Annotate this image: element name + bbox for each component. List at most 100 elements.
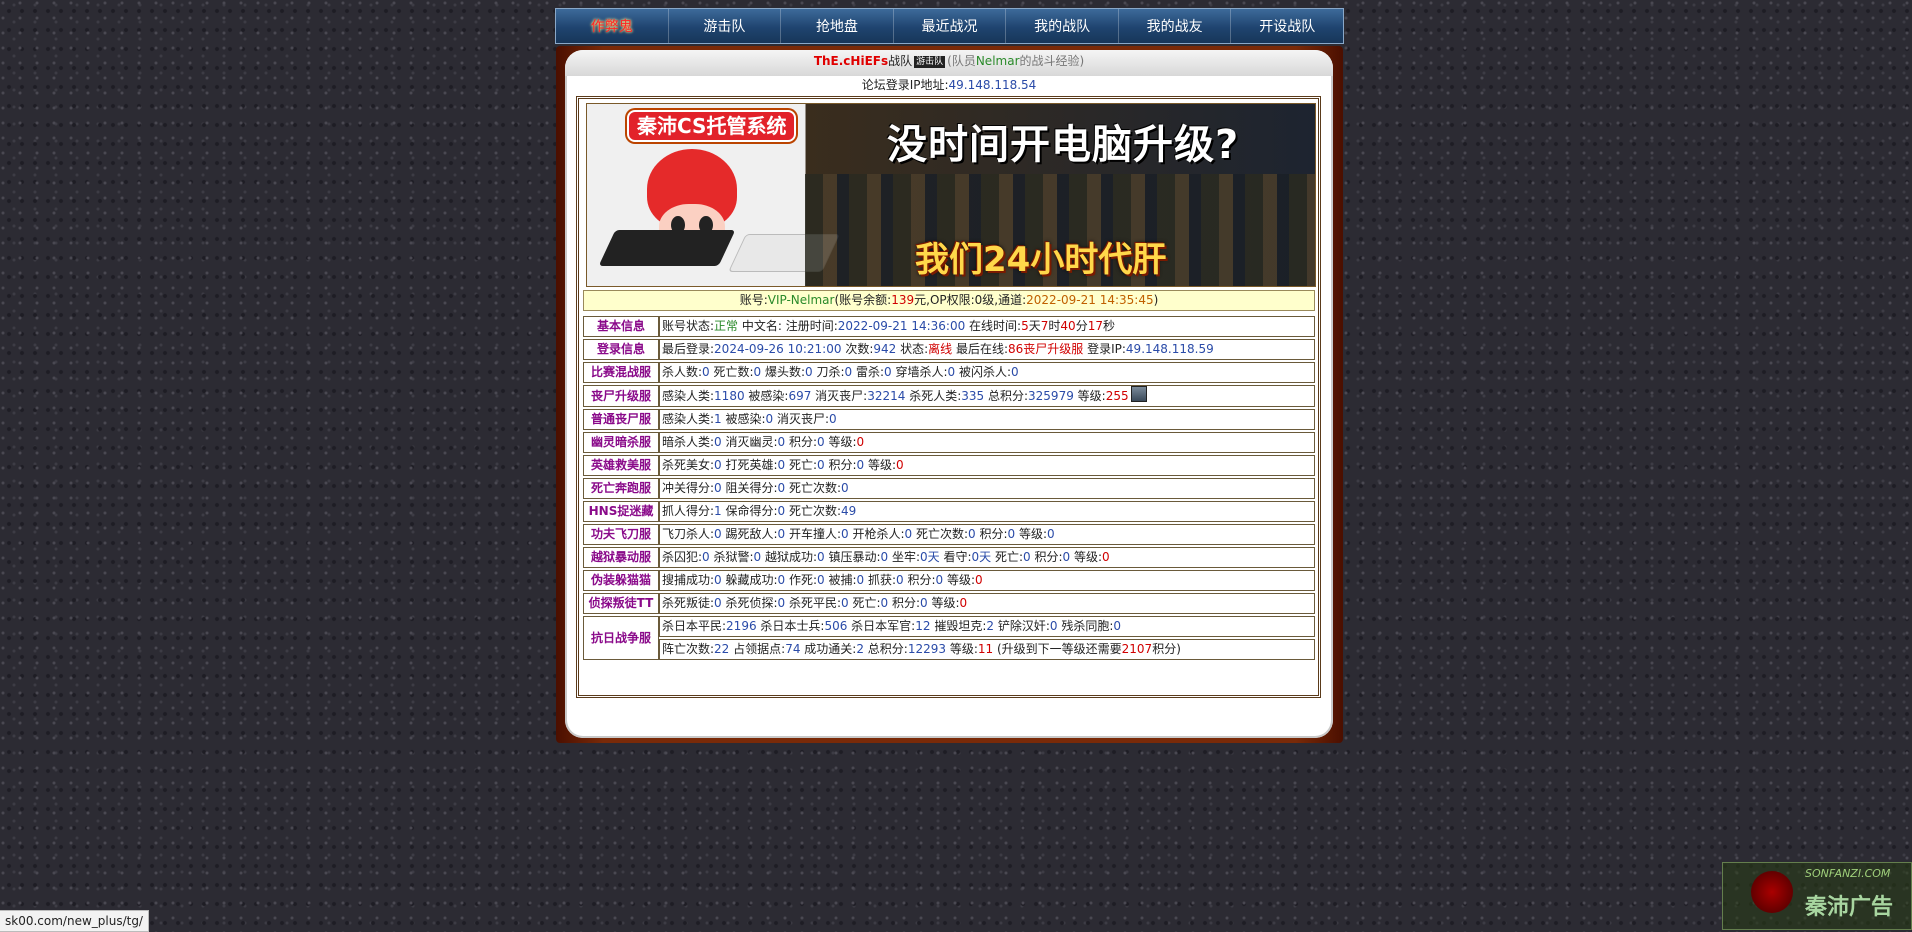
stat-value: 255 bbox=[1105, 389, 1129, 403]
stat-label: 最后登录: bbox=[662, 342, 715, 356]
stat-label: 杀死侦探: bbox=[721, 596, 778, 610]
stat-value: 1 bbox=[714, 412, 722, 426]
stat-label: 作死: bbox=[785, 573, 818, 587]
stat-label: 消灭丧尸: bbox=[811, 389, 868, 403]
stat-value: 12 bbox=[915, 619, 931, 633]
nav-item-0[interactable]: 作弊鬼 bbox=[556, 9, 669, 43]
stat-label: 杀日本士兵: bbox=[756, 619, 825, 633]
member-name: Nelmar bbox=[975, 54, 1020, 68]
ip-label: 论坛登录IP地址: bbox=[861, 78, 949, 92]
stat-value: 2 bbox=[856, 642, 864, 656]
nav-item-2[interactable]: 抢地盘 bbox=[781, 9, 894, 43]
forum-ip-line: 论坛登录IP地址:49.148.118.54 bbox=[565, 75, 1333, 95]
stat-label: 总积分: bbox=[984, 389, 1029, 403]
status-bar-url: sk00.com/new_plus/tg/ bbox=[0, 910, 149, 932]
stat-label: 抓获: bbox=[864, 573, 897, 587]
stat-value: 2196 bbox=[726, 619, 757, 633]
nav-item-4[interactable]: 我的战队 bbox=[1006, 9, 1119, 43]
stat-value: 697 bbox=[788, 389, 812, 403]
stat-label: 积分: bbox=[785, 435, 818, 449]
stat-value: 0 bbox=[714, 596, 722, 610]
op-channel-text: OP权限:0级,通道: bbox=[929, 293, 1027, 307]
server-name-label: 英雄救美服 bbox=[583, 455, 659, 476]
stat-value: 942 bbox=[873, 342, 897, 356]
stat-label: 等级: bbox=[1015, 527, 1048, 541]
server-name-label: 死亡奔跑服 bbox=[583, 478, 659, 499]
stat-label: 消灭幽灵: bbox=[721, 435, 778, 449]
stat-label: 死亡次数: bbox=[785, 504, 842, 518]
member-prefix: (队员 bbox=[947, 54, 976, 68]
stat-label: 等级: bbox=[864, 458, 897, 472]
stat-value: 506 bbox=[824, 619, 848, 633]
stat-value: 2022-09-21 14:36:00 bbox=[837, 319, 966, 333]
stat-value: 0 bbox=[959, 596, 968, 610]
stats-row: 比赛混战服 杀人数:0 死亡数:0 爆头数:0 刀杀:0 雷杀:0 穿墙杀人:0 … bbox=[583, 362, 1315, 383]
stats-row: 侦探叛徒TT 杀死叛徒:0 杀死侦探:0 杀死平民:0 死亡:0 积分:0 等级:… bbox=[583, 593, 1315, 614]
stat-value: 325979 bbox=[1028, 389, 1074, 403]
stat-label: 死亡次数: bbox=[912, 527, 969, 541]
nav-item-1[interactable]: 游击队 bbox=[669, 9, 782, 43]
top-nav: 作弊鬼 游击队 抢地盘 最近战况 我的战队 我的战友 开设战队 bbox=[555, 8, 1344, 44]
stat-value: 17 bbox=[1087, 319, 1103, 333]
stat-value: 49 bbox=[841, 504, 857, 518]
watermark-site: SONFANZI.COM bbox=[1805, 867, 1891, 880]
stat-value: 0 bbox=[714, 481, 722, 495]
stat-label: 刀杀: bbox=[812, 365, 845, 379]
stat-label: 杀死平民: bbox=[785, 596, 842, 610]
stat-label: 搜捕成功: bbox=[662, 573, 715, 587]
server-name-label: 幽灵暗杀服 bbox=[583, 432, 659, 453]
stat-value: 0 bbox=[1047, 527, 1055, 541]
stat-value: 1 bbox=[714, 504, 722, 518]
nav-item-6[interactable]: 开设战队 bbox=[1231, 9, 1343, 43]
stat-label: 积分: bbox=[888, 596, 921, 610]
server-name-label: 侦探叛徒TT bbox=[583, 593, 659, 614]
stat-label: 残杀同胞: bbox=[1057, 619, 1114, 633]
team-name-link[interactable]: ThE.cHiEFs bbox=[814, 54, 888, 68]
stat-value: 0 bbox=[896, 458, 904, 472]
stat-label: 积分: bbox=[903, 573, 936, 587]
account-summary: 账号:VIP-Nelmar(账号余额:139元,OP权限:0级,通道:2022-… bbox=[583, 290, 1315, 311]
stat-label: 次数: bbox=[841, 342, 874, 356]
stat-value: 0 bbox=[805, 365, 813, 379]
stat-value: 12293 bbox=[907, 642, 947, 656]
stat-label: 消灭丧尸: bbox=[773, 412, 830, 426]
stat-label: 杀死人类: bbox=[905, 389, 962, 403]
ad-banner[interactable]: 秦沛CS托管系统 没时间开电脑升级? 我们24小时代肝 bbox=[586, 103, 1316, 287]
stat-label: 被感染: bbox=[744, 389, 789, 403]
stat-value: 0 bbox=[841, 481, 849, 495]
stat-label: 等级: bbox=[824, 435, 857, 449]
server-name-label: 功夫飞刀服 bbox=[583, 524, 659, 545]
stat-label: 最后在线: bbox=[952, 342, 1008, 356]
stat-label: 死亡: bbox=[785, 458, 818, 472]
stats-row: 幽灵暗杀服 暗杀人类:0 消灭幽灵:0 积分:0 等级:0 bbox=[583, 432, 1315, 453]
stat-value: 0 bbox=[884, 365, 892, 379]
stat-value: 0 bbox=[1011, 365, 1019, 379]
team-tag-badge: 游击队 bbox=[914, 56, 946, 68]
stat-label: 杀死美女: bbox=[662, 458, 715, 472]
stat-label: 摧毁坦克: bbox=[930, 619, 987, 633]
stat-label: 死亡次数: bbox=[785, 481, 842, 495]
nav-item-3[interactable]: 最近战况 bbox=[894, 9, 1007, 43]
stat-label: 爆头数: bbox=[761, 365, 806, 379]
stat-label: 阵亡次数: bbox=[662, 642, 715, 656]
account-vip-name: VIP-Nelmar bbox=[767, 293, 835, 307]
server-stats: 最后登录:2024-09-26 10:21:00 次数:942 状态:离线 最后… bbox=[659, 339, 1315, 360]
stats-row: 基本信息 账号状态:正常 中文名: 注册时间:2022-09-21 14:36:0… bbox=[583, 316, 1315, 337]
stats-row: 功夫飞刀服 飞刀杀人:0 踢死敌人:0 开车撞人:0 开枪杀人:0 死亡次数:0 … bbox=[583, 524, 1315, 545]
stats-row: 死亡奔跑服 冲关得分:0 阻关得分:0 死亡次数:0 bbox=[583, 478, 1315, 499]
server-name-label: 抗日战争服 bbox=[583, 616, 659, 660]
stat-label: 保命得分: bbox=[721, 504, 778, 518]
server-stats: 杀死美女:0 打死英雄:0 死亡:0 积分:0 等级:0 bbox=[659, 455, 1315, 476]
stat-label: 死亡: bbox=[991, 550, 1024, 564]
stat-label: 踢死敌人: bbox=[721, 527, 778, 541]
stat-value: 0 bbox=[702, 550, 710, 564]
balance-label: (账号余额: bbox=[834, 293, 892, 307]
stat-label: 暗杀人类: bbox=[662, 435, 715, 449]
stat-value: 1180 bbox=[714, 389, 745, 403]
stat-label: 镇压暴动: bbox=[824, 550, 881, 564]
nav-item-5[interactable]: 我的战友 bbox=[1119, 9, 1232, 43]
stat-value: 2024-09-26 10:21:00 bbox=[714, 342, 842, 356]
stat-value: 0 bbox=[817, 458, 825, 472]
stat-value: 0 bbox=[896, 573, 904, 587]
stat-value: 5 bbox=[1021, 319, 1029, 333]
